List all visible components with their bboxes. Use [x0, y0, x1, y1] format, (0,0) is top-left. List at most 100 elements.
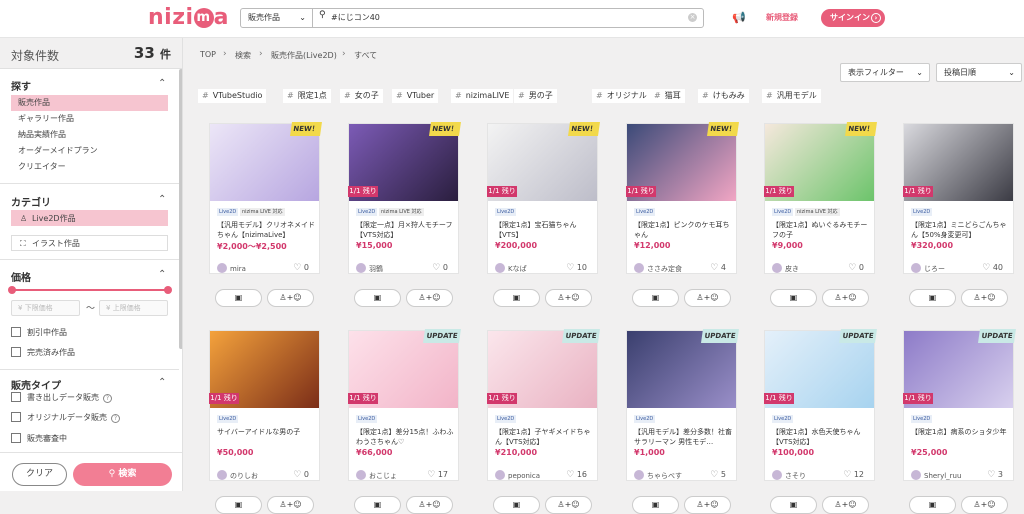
product-card[interactable]: NEW！ 1/1 残り Live2D 【限定1点】ピンクのケモ耳ちゃん ¥12,000 さ…: [626, 122, 739, 307]
like-count[interactable]: ♡ 0: [293, 263, 309, 273]
try-model-button[interactable]: ♙+☺: [684, 496, 731, 514]
preview-button[interactable]: ▣: [215, 496, 262, 514]
breadcrumb-top[interactable]: TOP: [200, 50, 216, 59]
preview-button[interactable]: ▣: [493, 289, 540, 307]
try-model-button[interactable]: ♙+☺: [267, 496, 314, 514]
price-slider-max-handle[interactable]: [164, 286, 172, 294]
try-model-button[interactable]: ♙+☺: [406, 289, 453, 307]
price-min-input[interactable]: ¥ 下限価格: [11, 300, 80, 316]
product-title[interactable]: 【汎用モデル】クリオネメイドちゃん【nizimaLive】: [217, 220, 315, 240]
product-card[interactable]: UPDATE Live2D 【汎用モデル】差分多数！社畜サラリーマン 男性モデ… ¥1…: [626, 329, 739, 514]
tag-chip[interactable]: # VTuber: [392, 89, 439, 103]
explore-item-sales[interactable]: 販売作品: [11, 95, 168, 111]
product-card[interactable]: UPDATE 1/1 残り Live2D 【限定1点】差分15点！ふわふわうさちゃん♡…: [348, 329, 461, 514]
explore-item-gallery[interactable]: ギャラリー作品: [11, 111, 168, 127]
original-data-checkbox[interactable]: オリジナルデータ販売?: [11, 412, 168, 426]
product-card[interactable]: NEW！ 1/1 残り Live2D nizima LIVE 対応 【限定1点】ぬいぐる…: [764, 122, 877, 307]
like-count[interactable]: ♡ 16: [566, 470, 587, 480]
try-model-button[interactable]: ♙+☺: [822, 496, 869, 514]
like-count[interactable]: ♡ 17: [427, 470, 448, 480]
sort-dropdown[interactable]: 投稿日順 ⌄: [936, 63, 1022, 82]
preview-button[interactable]: ▣: [770, 289, 817, 307]
preview-button[interactable]: ▣: [632, 289, 679, 307]
clear-search-icon[interactable]: ×: [688, 13, 697, 22]
preview-button[interactable]: ▣: [909, 289, 956, 307]
product-card[interactable]: NEW！ 1/1 残り Live2D 【限定1点】宝石猫ちゃん【VTS】 ¥200,00…: [487, 122, 600, 307]
try-model-button[interactable]: ♙+☺: [267, 289, 314, 307]
like-count[interactable]: ♡ 0: [848, 263, 864, 273]
product-title[interactable]: 【限定1点】病系のショタ少年: [911, 427, 1009, 447]
search-input[interactable]: #にじコン40: [331, 9, 380, 27]
tag-chip[interactable]: # 女の子: [340, 89, 383, 103]
help-icon[interactable]: ?: [111, 414, 120, 423]
product-card[interactable]: UPDATE 1/1 残り Live2D 【限定1点】病系のショタ少年 ¥25,000 S…: [903, 329, 1016, 514]
tag-chip[interactable]: # 猫耳: [650, 89, 685, 103]
preview-button[interactable]: ▣: [632, 496, 679, 514]
seller[interactable]: Kなぱ: [495, 263, 527, 274]
tag-chip[interactable]: # けもみみ: [698, 89, 749, 103]
like-count[interactable]: ♡ 0: [293, 470, 309, 480]
tag-chip[interactable]: # nizimaLIVE: [451, 89, 514, 103]
product-title[interactable]: 【限定1点】差分15点！ふわふわうさちゃん♡: [356, 427, 454, 447]
under-review-checkbox[interactable]: 販売審査中: [11, 433, 168, 447]
seller[interactable]: おこじょ: [356, 470, 397, 481]
product-title[interactable]: 【限定1点】宝石猫ちゃん【VTS】: [495, 220, 593, 240]
product-title[interactable]: 【限定1点】ミニどらごんちゃん【50%身変更可】: [911, 220, 1009, 240]
product-title[interactable]: 【汎用モデル】差分多数！社畜サラリーマン 男性モデ…: [634, 427, 732, 447]
try-model-button[interactable]: ♙+☺: [545, 289, 592, 307]
like-count[interactable]: ♡ 3: [987, 470, 1003, 480]
help-icon[interactable]: ?: [103, 394, 112, 403]
product-card[interactable]: 1/1 残り Live2D サイバーアイドルな男の子 ¥50,000 のりしお ♡ 0 ▣ ♙…: [209, 330, 320, 514]
like-count[interactable]: ♡ 5: [710, 470, 726, 480]
like-count[interactable]: ♡ 12: [843, 470, 864, 480]
product-card[interactable]: UPDATE 1/1 残り Live2D 【限定1点】子ヤギメイドちゃん【VTS対応】…: [487, 329, 600, 514]
product-card[interactable]: UPDATE 1/1 残り Live2D 【限定1点】水色天使ちゃん【VTS対応】 ¥1…: [764, 329, 877, 514]
product-title[interactable]: 【限定1点】水色天使ちゃん【VTS対応】: [772, 427, 870, 447]
category-live2d[interactable]: ♙ Live2D作品: [11, 210, 168, 226]
seller[interactable]: peponica: [495, 470, 540, 480]
checkbox-box[interactable]: [11, 433, 21, 443]
seller[interactable]: 羽鶴: [356, 263, 383, 274]
explore-item-creators[interactable]: クリエイター: [11, 159, 168, 175]
tag-chip[interactable]: # 限定1点: [283, 89, 331, 103]
explore-item-delivered[interactable]: 納品実績作品: [11, 127, 168, 143]
price-max-input[interactable]: ¥ 上限価格: [99, 300, 168, 316]
product-title[interactable]: 【限定1点】子ヤギメイドちゃん【VTS対応】: [495, 427, 593, 447]
seller[interactable]: Sheryl_ruu: [911, 470, 961, 480]
preview-button[interactable]: ▣: [354, 496, 401, 514]
like-count[interactable]: ♡ 40: [982, 263, 1003, 273]
product-card[interactable]: 1/1 残り Live2D 【限定1点】ミニどらごんちゃん【50%身変更可】 ¥320…: [903, 123, 1014, 307]
seller[interactable]: 皮き: [772, 263, 799, 274]
signin-button[interactable]: サインイン ›: [821, 9, 885, 27]
soldout-checkbox[interactable]: 完売済み作品: [11, 347, 168, 361]
register-link[interactable]: 新規登録: [766, 12, 798, 23]
product-card[interactable]: NEW！ Live2D nizima LIVE 対応 【汎用モデル】クリオネメイドちゃ…: [209, 122, 322, 307]
seller[interactable]: mira: [217, 263, 246, 273]
product-title[interactable]: 【限定1点】ピンクのケモ耳ちゃん: [634, 220, 732, 240]
tag-chip[interactable]: # VTubeStudio: [198, 89, 267, 103]
product-title[interactable]: 【限定一点】月×狩人モチーフ【VTS対応】: [356, 220, 454, 240]
try-model-button[interactable]: ♙+☺: [961, 289, 1008, 307]
tag-chip[interactable]: # 男の子: [514, 89, 557, 103]
try-model-button[interactable]: ♙+☺: [545, 496, 592, 514]
price-slider-track[interactable]: [11, 289, 168, 291]
export-data-checkbox[interactable]: 書き出しデータ販売?: [11, 392, 168, 406]
breadcrumb-search[interactable]: 検索: [235, 50, 251, 61]
tag-chip[interactable]: # オリジナル: [592, 89, 651, 103]
preview-button[interactable]: ▣: [493, 496, 540, 514]
seller[interactable]: さそり: [772, 470, 806, 481]
chevron-up-icon[interactable]: ⌃: [158, 194, 166, 205]
try-model-button[interactable]: ♙+☺: [961, 496, 1008, 514]
product-title[interactable]: 【限定1点】ぬいぐるみモチーフの子: [772, 220, 870, 240]
category-illustration[interactable]: ⛶ イラスト作品: [11, 235, 168, 251]
checkbox-box[interactable]: [11, 327, 21, 337]
seller[interactable]: じろー: [911, 263, 945, 274]
clear-button[interactable]: クリア: [12, 463, 67, 486]
like-count[interactable]: ♡ 0: [432, 263, 448, 273]
chevron-up-icon[interactable]: ⌃: [158, 269, 166, 280]
chevron-up-icon[interactable]: ⌃: [158, 377, 166, 388]
megaphone-icon[interactable]: 📢: [732, 11, 746, 24]
like-count[interactable]: ♡ 4: [710, 263, 726, 273]
explore-item-custom-plan[interactable]: オーダーメイドプラン: [11, 143, 168, 159]
like-count[interactable]: ♡ 10: [566, 263, 587, 273]
